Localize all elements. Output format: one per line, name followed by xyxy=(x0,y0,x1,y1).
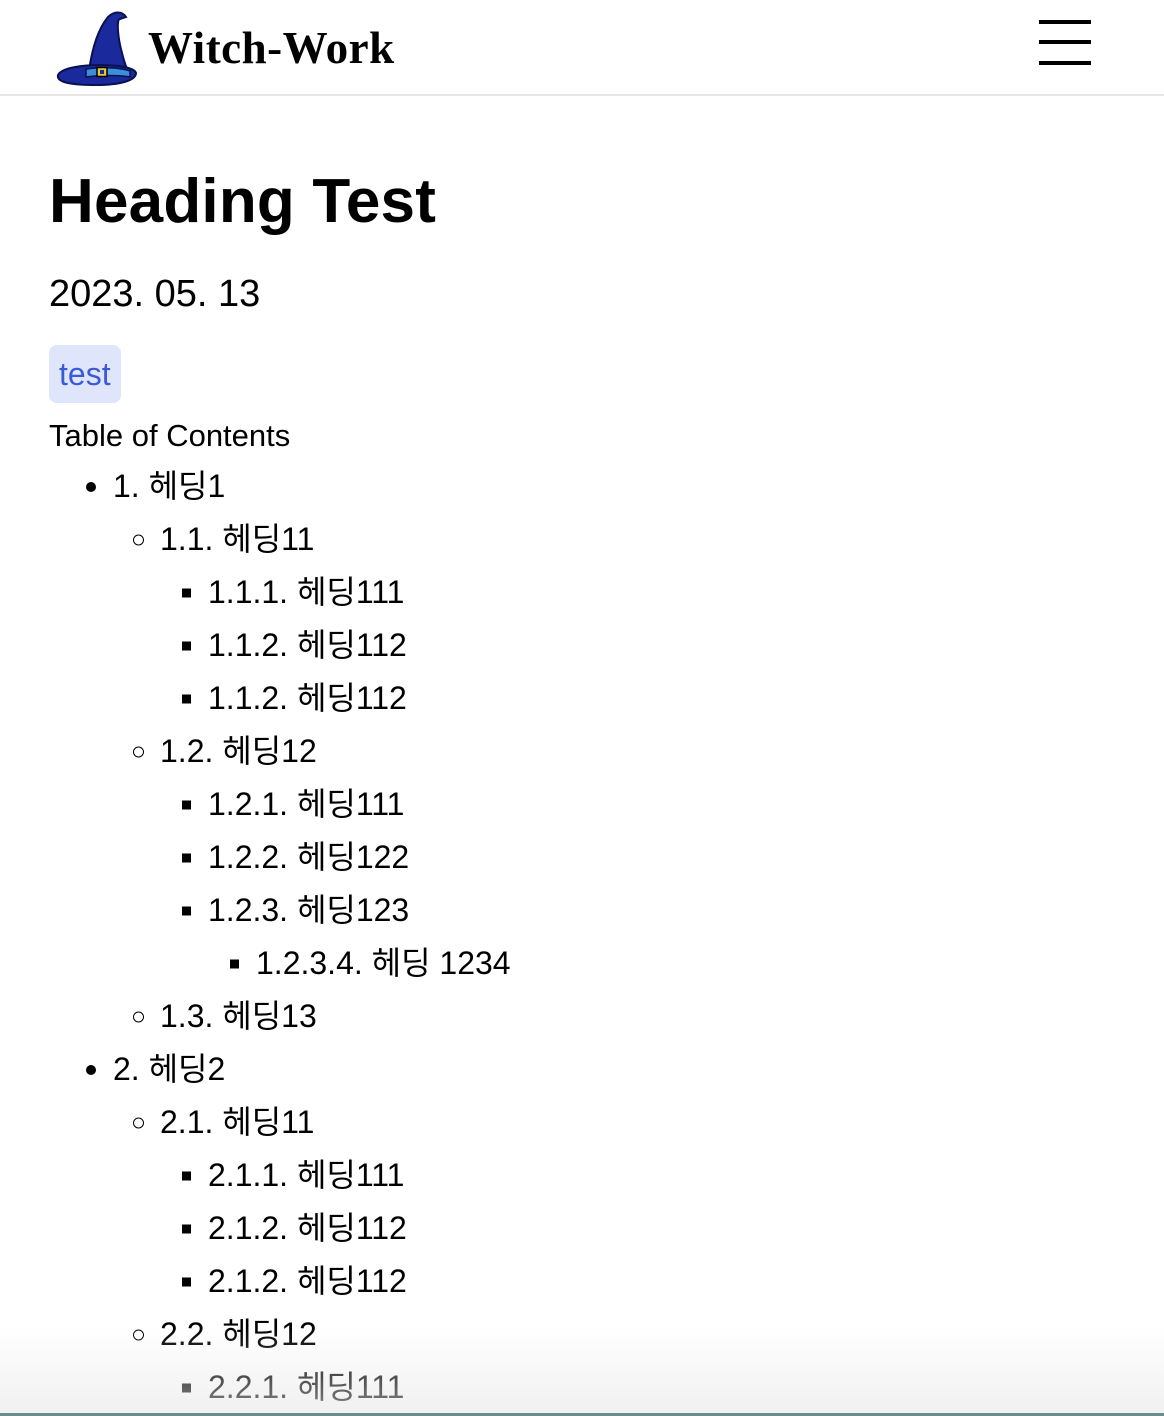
menu-bar-middle xyxy=(1039,40,1091,44)
toc-item: 1.2.3. 헤딩123 xyxy=(49,884,511,937)
toc-link[interactable]: 1.1.2. 헤딩112 xyxy=(208,627,407,663)
hamburger-menu-icon[interactable] xyxy=(1034,16,1096,72)
toc-link[interactable]: 1.1. 헤딩11 xyxy=(160,521,314,557)
bullet-marker xyxy=(86,481,96,492)
bullet-marker xyxy=(182,641,191,650)
toc-link[interactable]: 2.1. 헤딩11 xyxy=(160,1104,314,1140)
menu-bar-top xyxy=(1039,20,1091,24)
toc-item: 1.3. 헤딩13 xyxy=(49,990,511,1043)
bullet-marker xyxy=(182,694,191,703)
toc-link[interactable]: 1.2.3.4. 헤딩 1234 xyxy=(256,945,511,981)
toc-link[interactable]: 2. 헤딩2 xyxy=(113,1051,225,1087)
toc-link[interactable]: 1.2.1. 헤딩111 xyxy=(208,786,404,822)
toc-item: 1.1.2. 헤딩112 xyxy=(49,619,511,672)
bullet-marker xyxy=(182,853,191,862)
toc-item: 1.2.3.4. 헤딩 1234 xyxy=(49,937,511,990)
toc-item: 2.1.1. 헤딩111 xyxy=(49,1149,511,1202)
toc-item: 1.1.1. 헤딩111 xyxy=(49,566,511,619)
toc-item: 1.2.1. 헤딩111 xyxy=(49,778,511,831)
bullet-marker xyxy=(133,534,144,545)
bullet-marker xyxy=(133,1011,144,1022)
toc-item: 1.2. 헤딩12 xyxy=(49,725,511,778)
toc-link[interactable]: 1. 헤딩1 xyxy=(113,468,225,504)
toc-link[interactable]: 2.2.1. 헤딩111 xyxy=(208,1369,404,1405)
toc-item: 1. 헤딩1 xyxy=(49,460,511,513)
toc-item: 1.1. 헤딩11 xyxy=(49,513,511,566)
toc-link[interactable]: 1.2.2. 헤딩122 xyxy=(208,839,409,875)
bullet-marker xyxy=(182,906,191,915)
toc-link[interactable]: 2.1.2. 헤딩112 xyxy=(208,1210,407,1246)
tag-chip[interactable]: test xyxy=(49,345,121,403)
home-link[interactable]: Witch-Work xyxy=(56,8,395,88)
toc-link[interactable]: 1.3. 헤딩13 xyxy=(160,998,317,1034)
toc-item: 1.2.2. 헤딩122 xyxy=(49,831,511,884)
bullet-marker xyxy=(182,1224,191,1233)
page-title: Heading Test xyxy=(49,167,437,236)
site-title: Witch-Work xyxy=(148,23,395,73)
bullet-marker xyxy=(133,1117,144,1128)
toc-link[interactable]: 1.2.3. 헤딩123 xyxy=(208,892,409,928)
toc-item: 2.1.2. 헤딩112 xyxy=(49,1202,511,1255)
bullet-marker xyxy=(182,1383,191,1392)
witch-hat-icon xyxy=(56,11,138,87)
toc-item: 2.2.1. 헤딩111 xyxy=(49,1361,511,1414)
toc-item: 2.2. 헤딩12 xyxy=(49,1308,511,1361)
toc-link[interactable]: 1.1.2. 헤딩112 xyxy=(208,680,407,716)
post-date: 2023. 05. 13 xyxy=(49,273,261,315)
toc-link[interactable]: 1.1.1. 헤딩111 xyxy=(208,574,404,610)
toc-link[interactable]: 2.1.1. 헤딩111 xyxy=(208,1157,404,1193)
table-of-contents: 1. 헤딩1 1.1. 헤딩11 1.1.1. 헤딩111 1.1.2. 헤딩112 1… xyxy=(49,460,511,1414)
site-header: Witch-Work xyxy=(0,0,1164,96)
toc-item: 2.1.2. 헤딩112 xyxy=(49,1255,511,1308)
toc-item: 2.1. 헤딩11 xyxy=(49,1096,511,1149)
toc-item: 2. 헤딩2 xyxy=(49,1043,511,1096)
toc-link[interactable]: 1.2. 헤딩12 xyxy=(160,733,317,769)
bullet-marker xyxy=(133,1329,144,1340)
bullet-marker xyxy=(182,800,191,809)
menu-bar-bottom xyxy=(1039,61,1091,65)
bullet-marker xyxy=(86,1064,96,1075)
toc-title: Table of Contents xyxy=(49,418,291,453)
toc-item: 1.1.2. 헤딩112 xyxy=(49,672,511,725)
bullet-marker xyxy=(133,746,144,757)
toc-link[interactable]: 2.2. 헤딩12 xyxy=(160,1316,317,1352)
bullet-marker xyxy=(182,588,191,597)
bullet-marker xyxy=(182,1277,191,1286)
toc-link[interactable]: 2.1.2. 헤딩112 xyxy=(208,1263,407,1299)
bullet-marker xyxy=(230,959,239,968)
bullet-marker xyxy=(182,1171,191,1180)
